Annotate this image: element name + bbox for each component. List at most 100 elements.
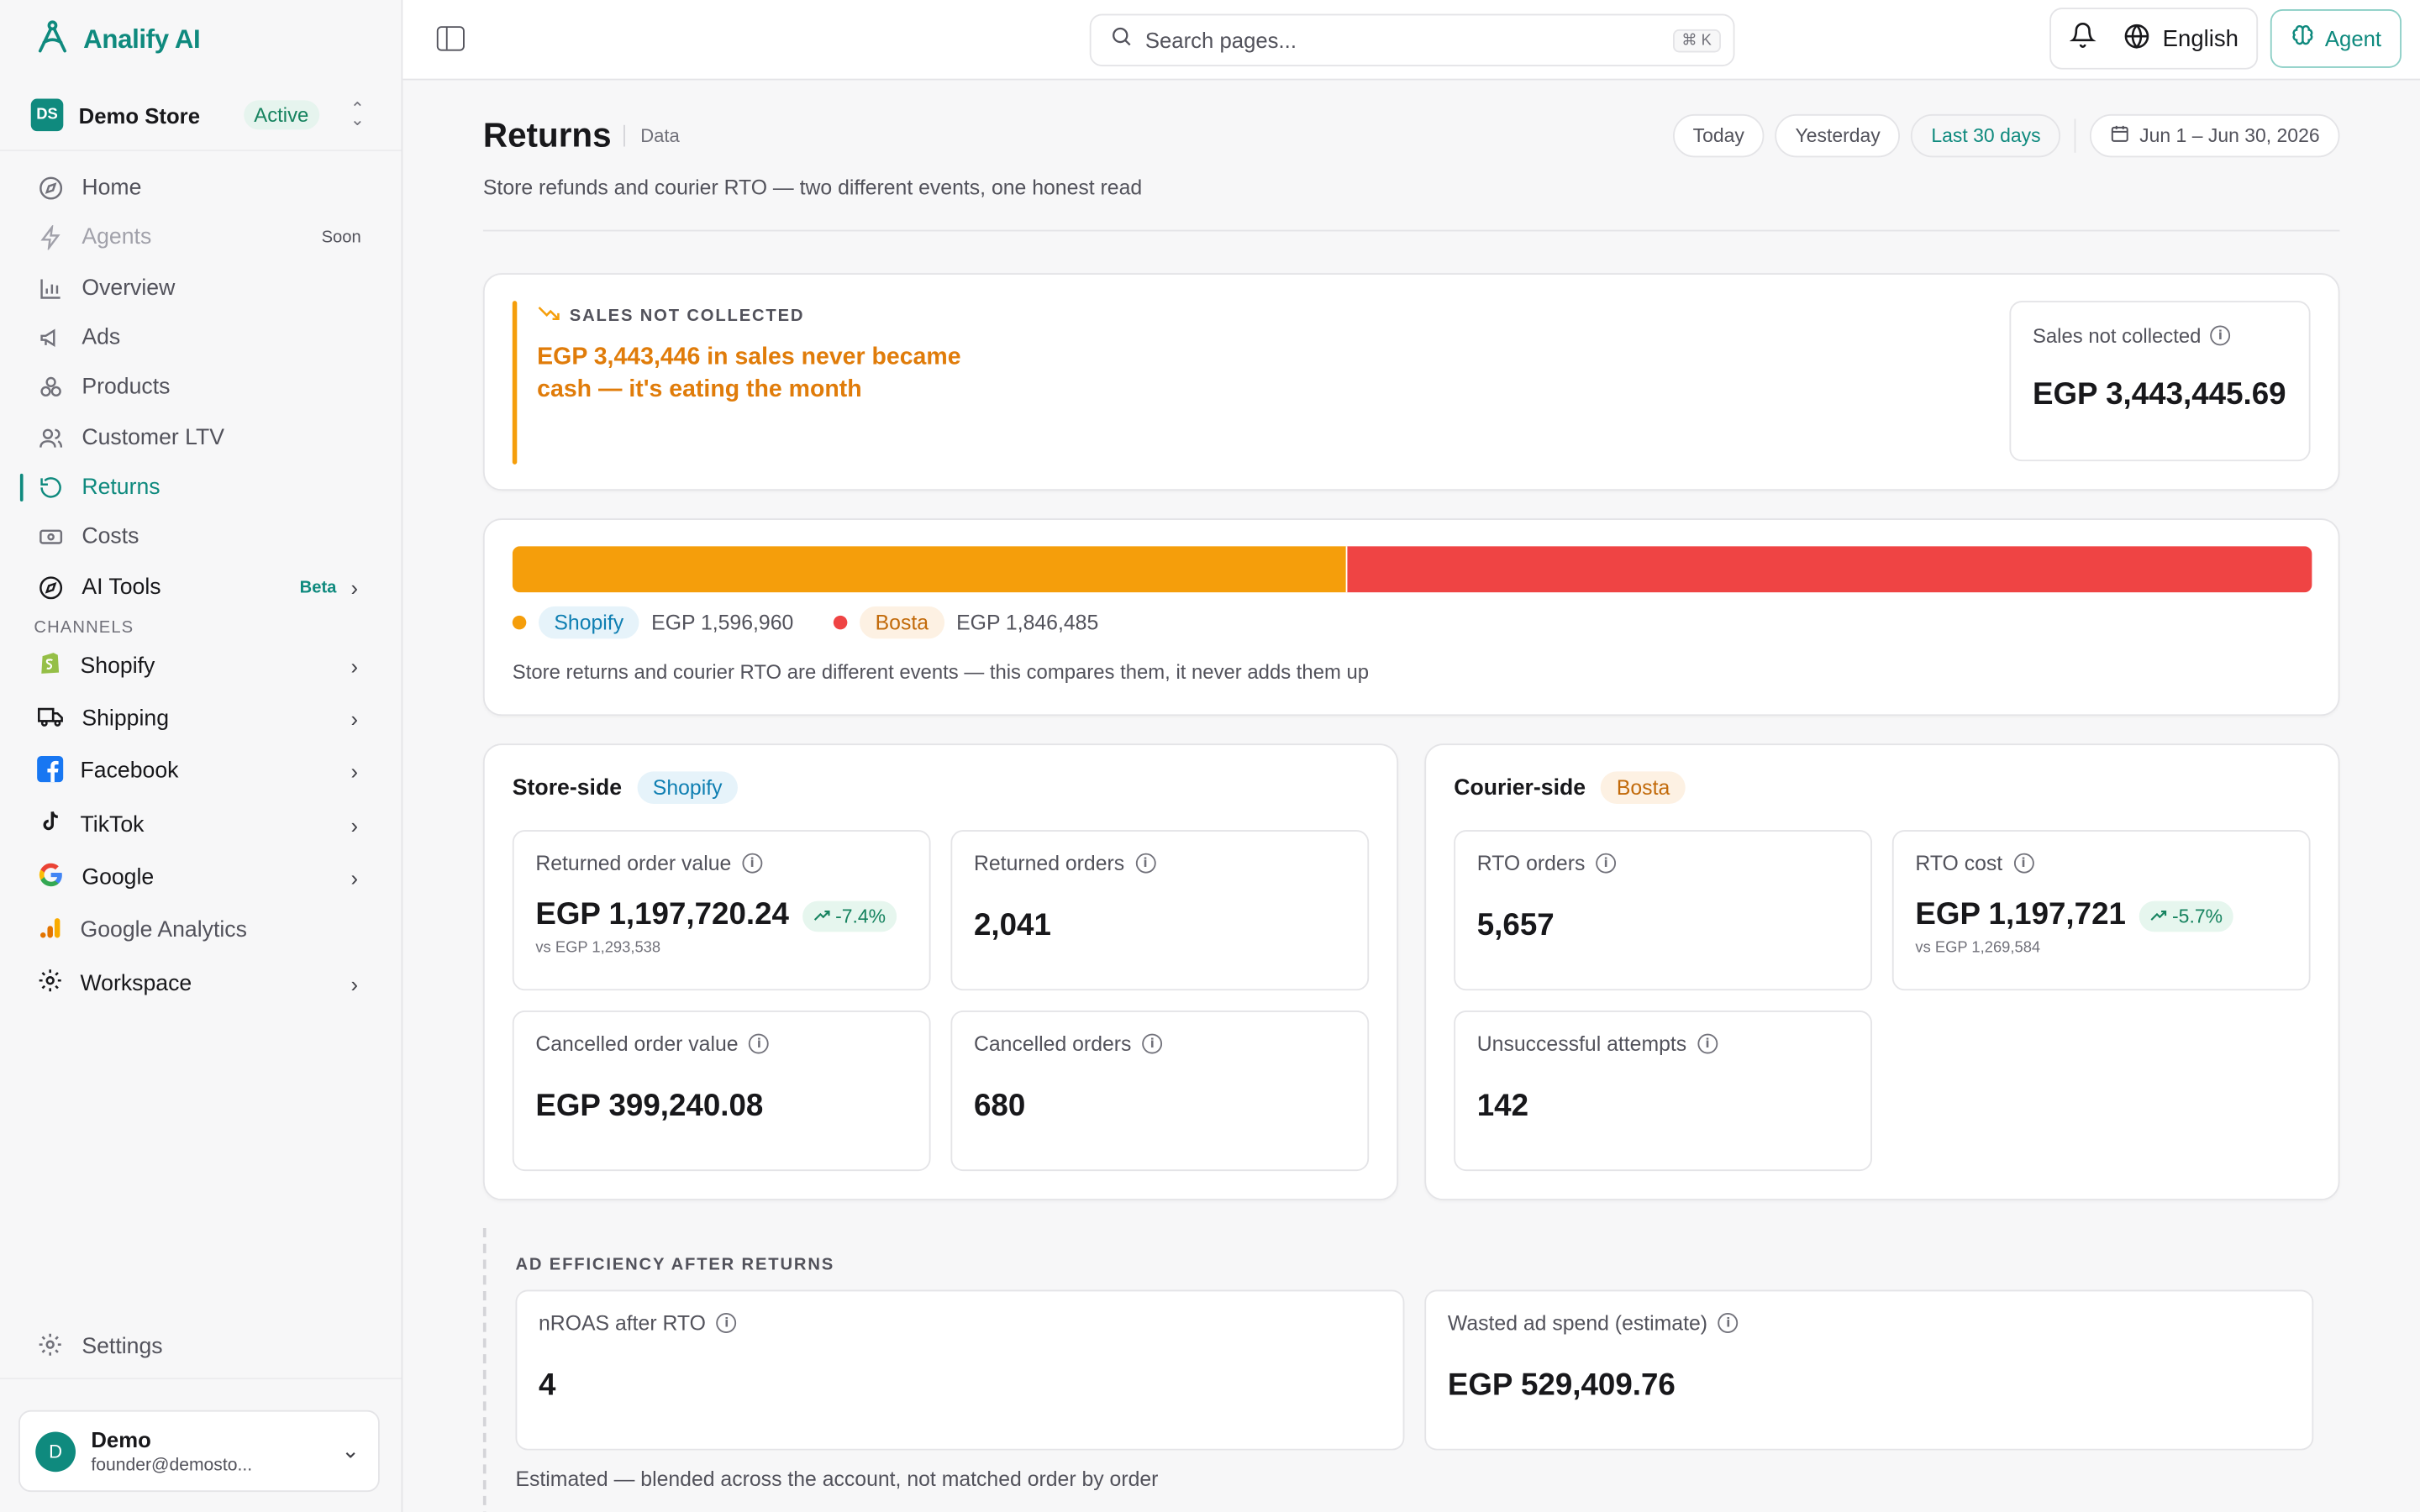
- date-filters: Today Yesterday Last 30 days Jun 1 – Jun…: [1672, 113, 2340, 158]
- metric-value: EGP 399,240.08: [535, 1089, 764, 1124]
- filter-last-30-days[interactable]: Last 30 days: [1911, 113, 2061, 158]
- split-segment-shopify: [512, 546, 1349, 593]
- main-nav: Home Agents Soon Overview Ads Products C…: [0, 151, 402, 612]
- split-note: Store returns and courier RTO are differ…: [512, 660, 1370, 684]
- divider: [0, 1378, 402, 1380]
- sidebar-item-settings[interactable]: Settings: [0, 1324, 402, 1370]
- sidebar-item-google[interactable]: Google ›: [0, 852, 402, 905]
- info-icon[interactable]: i: [2210, 325, 2231, 346]
- sidebar-item-shipping[interactable]: Shipping ›: [0, 693, 402, 746]
- metric-value: 4: [539, 1368, 556, 1403]
- banknote-icon: [37, 524, 63, 550]
- topbar: Search pages... ⌘ K English Agent: [402, 0, 2420, 81]
- nav-item-label: AI Tools: [82, 575, 161, 600]
- returns-split-card: Shopify EGP 1,596,960 Bosta EGP 1,846,48…: [482, 518, 2340, 717]
- metric-label: Cancelled order value: [535, 1032, 739, 1056]
- users-icon: [37, 424, 63, 450]
- info-icon[interactable]: i: [716, 1313, 737, 1333]
- alert-label-text: SALES NOT COLLECTED: [569, 306, 805, 325]
- split-segment-bosta: [1348, 546, 2312, 593]
- sidebar-item-shopify[interactable]: Shopify ›: [0, 640, 402, 693]
- comparison-value: vs EGP 1,293,538: [535, 939, 661, 957]
- facebook-icon: [37, 755, 64, 789]
- info-icon[interactable]: i: [1596, 853, 1617, 874]
- sidebar-item-google-analytics[interactable]: Google Analytics: [0, 905, 402, 958]
- rotate-ccw-icon: [37, 475, 63, 501]
- nav-item-costs[interactable]: Costs: [0, 512, 402, 562]
- user-name: Demo: [91, 1426, 151, 1452]
- rto-cost-metric: RTO cost i EGP 1,197,721 -5.7% vs EGP 1,2…: [1891, 830, 2311, 991]
- nroas-metric: nROAS after RTO i 4: [515, 1289, 1405, 1451]
- agent-button[interactable]: Agent: [2270, 9, 2402, 68]
- sidebar-toggle-icon[interactable]: [436, 26, 465, 51]
- chevron-right-icon: ›: [350, 654, 359, 679]
- store-switcher[interactable]: DS Demo Store Active ⌃ ⌄: [0, 81, 402, 152]
- nav-item-label: Costs: [82, 524, 139, 550]
- metric-label: RTO cost: [1915, 851, 2003, 875]
- search-placeholder: Search pages...: [1144, 28, 1297, 53]
- search-shortcut: ⌘ K: [1672, 28, 1721, 52]
- info-icon[interactable]: i: [742, 853, 763, 874]
- cancelled-orders-metric: Cancelled orders i 680: [950, 1011, 1370, 1172]
- nav-item-products[interactable]: Products: [0, 363, 402, 412]
- sales-not-collected-kpi: Sales not collected i EGP 3,443,445.69: [2009, 301, 2311, 462]
- tiktok-icon: [37, 809, 63, 842]
- avatar: D: [35, 1431, 76, 1472]
- filter-yesterday[interactable]: Yesterday: [1775, 113, 1901, 158]
- metric-value: EGP 1,197,720.24: [535, 897, 789, 932]
- channels-section-label: CHANNELS: [34, 617, 134, 637]
- shopify-icon: [37, 650, 63, 683]
- lightning-icon: [37, 225, 63, 251]
- sidebar-item-label: Shipping: [82, 706, 170, 732]
- legend-dot-bosta: [834, 615, 848, 630]
- user-email: founder@demosto...: [91, 1456, 253, 1475]
- nav-item-label: Overview: [82, 276, 176, 301]
- info-icon[interactable]: i: [1718, 1313, 1739, 1333]
- date-range-picker[interactable]: Jun 1 – Jun 30, 2026: [2090, 113, 2340, 158]
- info-icon[interactable]: i: [1135, 853, 1155, 874]
- legend-label-shopify: Shopify: [539, 606, 639, 639]
- wasted-ad-spend-metric: Wasted ad spend (estimate) i EGP 529,409.…: [1424, 1289, 2314, 1451]
- language-selector[interactable]: English: [2124, 23, 2238, 55]
- nav-item-ads[interactable]: Ads: [0, 313, 402, 363]
- info-icon[interactable]: i: [749, 1033, 770, 1054]
- courier-side-badge: Bosta: [1601, 771, 1686, 804]
- nav-item-overview[interactable]: Overview: [0, 263, 402, 312]
- metric-value: 680: [973, 1089, 1026, 1124]
- nav-item-returns[interactable]: Returns: [0, 463, 402, 512]
- info-icon[interactable]: i: [1697, 1033, 1718, 1054]
- nav-item-home[interactable]: Home: [0, 164, 402, 213]
- user-menu[interactable]: D Demo founder@demosto... ⌄: [18, 1410, 380, 1493]
- cancelled-order-value-metric: Cancelled order value i EGP 399,240.08: [512, 1011, 931, 1172]
- search-input[interactable]: Search pages... ⌘ K: [1089, 13, 1735, 66]
- nav-item-label: Agents: [82, 225, 152, 251]
- page-tag: Data: [623, 124, 680, 147]
- chevron-right-icon: ›: [350, 865, 359, 890]
- sidebar-item-tiktok[interactable]: TikTok ›: [0, 799, 402, 852]
- delta-value: -7.4%: [835, 905, 886, 927]
- chevron-right-icon: ›: [350, 759, 359, 785]
- bell-icon[interactable]: [2070, 22, 2097, 55]
- filter-today[interactable]: Today: [1672, 113, 1765, 158]
- trending-up-icon: [813, 905, 830, 927]
- info-icon[interactable]: i: [1142, 1033, 1163, 1054]
- metric-value: EGP 529,409.76: [1447, 1368, 1676, 1403]
- sidebar-item-label: Workspace: [80, 971, 192, 996]
- nav-item-customer-ltv[interactable]: Customer LTV: [0, 412, 402, 462]
- nav-item-agents[interactable]: Agents Soon: [0, 213, 402, 263]
- info-icon[interactable]: i: [2013, 853, 2033, 874]
- app-root: Analify AI DS Demo Store Active ⌃ ⌄ Home …: [0, 0, 2420, 1512]
- store-name: Demo Store: [78, 102, 201, 128]
- store-side-badge: Shopify: [637, 771, 738, 804]
- gear-icon: [37, 968, 63, 1000]
- sidebar-item-workspace[interactable]: Workspace ›: [0, 958, 402, 1011]
- returned-order-value-metric: Returned order value i EGP 1,197,720.24 -…: [512, 830, 931, 991]
- brand[interactable]: Analify AI: [0, 0, 402, 81]
- metric-value: 5,657: [1476, 908, 1555, 943]
- sidebar-item-facebook[interactable]: Facebook ›: [0, 746, 402, 799]
- comparison-value: vs EGP 1,269,584: [1915, 939, 2041, 957]
- metric-label: Wasted ad spend (estimate): [1447, 1311, 1708, 1335]
- kpi-value: EGP 3,443,445.69: [2032, 378, 2286, 412]
- metric-label: Cancelled orders: [973, 1032, 1132, 1056]
- nav-item-ai-tools[interactable]: AI Tools Beta ›: [0, 562, 402, 612]
